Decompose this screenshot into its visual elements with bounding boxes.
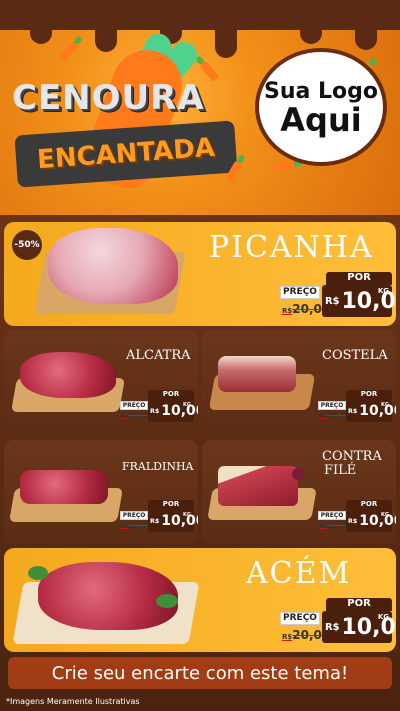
new-price: R$10,00KG [148, 400, 198, 422]
price-por-label: POR [326, 598, 392, 611]
product-card-acem[interactable]: ACÉM POR PREÇO R$20,00 R$10,00KG [4, 548, 396, 652]
alcatra-image [20, 352, 116, 398]
product-name: ACÉM [246, 556, 352, 591]
contra-file-image [218, 466, 298, 506]
product-name: ALCATRA [126, 348, 191, 363]
carrot-icon [272, 160, 296, 172]
logo-text-line1: Sua Logo [263, 78, 378, 104]
price-tag: POR PREÇO R$20,00 R$10,00KG [318, 500, 396, 536]
new-price: R$10,00KG [346, 510, 396, 532]
theme-title-top: CENOURA [12, 78, 205, 118]
price-tag: POR PREÇO R$20,00 R$10,00KG [120, 390, 198, 426]
cta-banner[interactable]: Crie seu encarte com este tema! [8, 657, 392, 689]
price-preco-label: PREÇO [318, 401, 346, 410]
product-name: CONTRA FILÉ [322, 449, 382, 479]
price-tag: POR PREÇO R$20,00 R$10,00KG [280, 272, 396, 320]
discount-badge: -50% [12, 230, 42, 260]
flyer: CENOURA ENCANTADA Sua Logo Aqui -50% PIC… [0, 0, 400, 711]
store-logo-placeholder[interactable]: Sua Logo Aqui [255, 48, 387, 166]
costela-image [218, 356, 296, 392]
price-preco-label: PREÇO [280, 286, 320, 299]
price-tag: POR PREÇO R$20,00 R$10,00KG [318, 390, 396, 426]
product-name: COSTELA [322, 348, 388, 363]
price-por-label: POR [148, 390, 194, 400]
price-preco-label: PREÇO [120, 511, 148, 520]
product-name: PICANHA [209, 230, 374, 265]
herb-icon [156, 594, 178, 608]
price-tag: POR PREÇO R$20,00 R$10,00KG [280, 598, 396, 646]
new-price: R$10,00KG [322, 285, 396, 317]
theme-title-bottom-plate: ENCANTADA [14, 120, 238, 188]
product-card-alcatra[interactable]: ALCATRA POR PREÇO R$20,00 R$10,00KG [4, 330, 198, 434]
theme-logo: CENOURA ENCANTADA [10, 28, 240, 203]
price-preco-label: PREÇO [120, 401, 148, 410]
price-por-label: POR [346, 390, 392, 400]
new-price: R$10,00KG [346, 400, 396, 422]
theme-title-bottom: ENCANTADA [36, 132, 216, 176]
product-card-fraldinha[interactable]: FRALDINHA POR PREÇO R$20,00 R$10,00KG [4, 440, 198, 544]
new-price: R$10,00KG [322, 611, 396, 643]
onion-icon [292, 468, 304, 480]
disclaimer-text: *Imagens Meramente Ilustrativas [6, 697, 140, 706]
product-card-contra-file[interactable]: CONTRA FILÉ POR PREÇO R$20,00 R$10,00KG [202, 440, 396, 544]
price-preco-label: PREÇO [280, 612, 320, 625]
herb-icon [28, 566, 48, 580]
fraldinha-image [20, 470, 108, 504]
new-price: R$10,00KG [148, 510, 198, 532]
header: CENOURA ENCANTADA Sua Logo Aqui [0, 0, 400, 215]
price-por-label: POR [326, 272, 392, 285]
price-preco-label: PREÇO [318, 511, 346, 520]
product-name: FRALDINHA [122, 460, 194, 473]
price-por-label: POR [148, 500, 194, 510]
picanha-image [48, 228, 178, 304]
logo-text-line2: Aqui [280, 100, 362, 139]
product-card-costela[interactable]: COSTELA POR PREÇO R$20,00 R$10,00KG [202, 330, 396, 434]
price-por-label: POR [346, 500, 392, 510]
chocolate-drip [0, 0, 400, 58]
product-card-picanha[interactable]: -50% PICANHA POR PREÇO R$20,00 R$10,00KG [4, 222, 396, 326]
price-tag: POR PREÇO R$20,00 R$10,00KG [120, 500, 198, 536]
